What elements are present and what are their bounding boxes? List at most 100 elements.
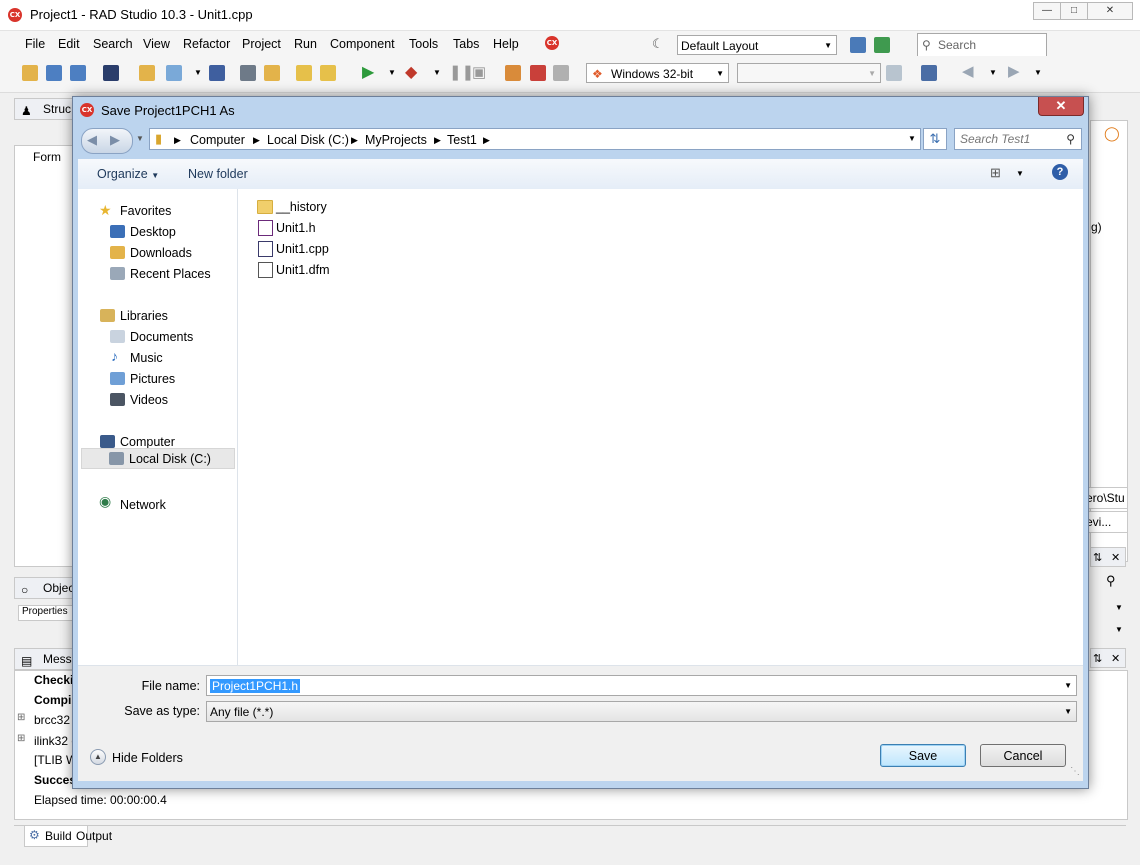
run-icon[interactable]: ▶	[362, 62, 374, 82]
properties-tab[interactable]: Properties	[18, 605, 79, 621]
save-as-type-select[interactable]: Any file (*.*) ▼	[206, 701, 1077, 722]
view-options-icon[interactable]: ⊞	[990, 165, 1001, 181]
menu-run[interactable]: Run	[294, 37, 317, 51]
help-icon[interactable]: ?	[1052, 164, 1068, 180]
nav-local-disk-selected[interactable]: Local Disk (C:)	[81, 448, 235, 469]
recent-locations-chevron-icon[interactable]: ▼	[136, 134, 144, 143]
layout-combo[interactable]: Default Layout ▼	[677, 35, 837, 55]
breadcrumb-separator-icon[interactable]: ▶	[434, 135, 441, 146]
save-button[interactable]: Save	[880, 744, 966, 767]
chevron-down-icon[interactable]: ▼	[1016, 169, 1024, 178]
maximize-button[interactable]: □	[1060, 2, 1088, 20]
chevron-down-icon[interactable]: ▼	[1115, 625, 1123, 634]
breadcrumb-local-disk[interactable]: Local Disk (C:)	[267, 133, 349, 147]
save-icon[interactable]	[209, 65, 225, 81]
configuration-combo[interactable]: ▼	[737, 63, 881, 83]
chevron-down-icon[interactable]: ▼	[1034, 68, 1042, 77]
expand-icon[interactable]: ⊞	[17, 733, 25, 744]
chevron-down-icon[interactable]: ▼	[194, 68, 202, 77]
nav-videos[interactable]: Videos	[130, 393, 168, 407]
menu-tabs[interactable]: Tabs	[453, 37, 479, 51]
menu-tools[interactable]: Tools	[409, 37, 438, 51]
expand-icon[interactable]: ⊞	[17, 712, 25, 723]
stop-icon[interactable]: ▣	[472, 63, 486, 81]
nav-documents[interactable]: Documents	[130, 330, 193, 344]
breadcrumb-separator-icon[interactable]: ▶	[351, 135, 358, 146]
menu-edit[interactable]: Edit	[58, 37, 80, 51]
refresh-icon[interactable]	[886, 65, 902, 81]
file-item[interactable]: Unit1.h	[276, 221, 316, 235]
file-item[interactable]: __history	[276, 200, 327, 214]
nav-favorites[interactable]: Favorites	[120, 204, 171, 218]
breadcrumb-myprojects[interactable]: MyProjects	[365, 133, 427, 147]
add-file-icon[interactable]	[296, 65, 312, 81]
forward-arrow-icon[interactable]: ▶	[110, 132, 120, 148]
hide-folders-icon[interactable]: ▲	[90, 749, 106, 765]
menu-project[interactable]: Project	[242, 37, 281, 51]
nav-pictures[interactable]: Pictures	[130, 372, 175, 386]
open-project-icon[interactable]	[46, 65, 62, 81]
run-until-return-icon[interactable]	[553, 65, 569, 81]
trace-into-icon[interactable]	[505, 65, 521, 81]
theme-moon-icon[interactable]: ☾	[652, 36, 664, 52]
pin-icon[interactable]: ⇅	[1093, 649, 1102, 669]
breadcrumb-computer[interactable]: Computer	[190, 133, 245, 147]
breadcrumb-test1[interactable]: Test1	[447, 133, 477, 147]
pin-icon[interactable]: ⇅	[1093, 548, 1102, 568]
file-name-input[interactable]: Project1PCH1.h ▼	[206, 675, 1077, 696]
search-icon[interactable]: ⚲	[1106, 573, 1116, 589]
structure-tree-item[interactable]: Form	[33, 150, 61, 164]
minimize-button[interactable]: —	[1033, 2, 1061, 20]
breadcrumb-separator-icon[interactable]: ▶	[174, 135, 181, 146]
pause-icon[interactable]: ❚❚	[449, 63, 474, 81]
remove-file-icon[interactable]	[320, 65, 336, 81]
file-item[interactable]: Unit1.cpp	[276, 242, 329, 256]
new-file-icon[interactable]	[139, 65, 155, 81]
menu-search[interactable]: Search	[93, 37, 133, 51]
output-tab[interactable]: Output	[76, 829, 112, 843]
cx-menu-icon[interactable]: CX	[545, 36, 559, 50]
chevron-down-icon[interactable]: ▼	[388, 68, 396, 77]
nav-desktop[interactable]: Desktop	[130, 225, 176, 239]
nav-computer[interactable]: Computer	[120, 435, 175, 449]
new-folder-button[interactable]: New folder	[188, 167, 248, 181]
chevron-down-icon[interactable]: ▼	[433, 68, 441, 77]
save-all-icon[interactable]	[240, 65, 256, 81]
resize-grip-icon[interactable]: ⋱	[1070, 766, 1080, 777]
menu-view[interactable]: View	[143, 37, 170, 51]
menu-component[interactable]: Component	[330, 37, 395, 51]
platform-combo[interactable]: ❖ Windows 32-bit ▼	[586, 63, 729, 83]
close-icon[interactable]: ✕	[1111, 649, 1120, 669]
organize-button[interactable]: Organize ▼	[97, 167, 159, 181]
refresh-icon[interactable]: ⇅	[923, 128, 947, 150]
nav-network[interactable]: Network	[120, 498, 166, 512]
messages-pane-tab[interactable]: ▤ Messa	[14, 648, 78, 670]
nav-music[interactable]: Music	[130, 351, 163, 365]
back-arrow-icon[interactable]: ◀	[87, 132, 97, 148]
save-layout-icon[interactable]	[850, 37, 866, 53]
dialog-close-button[interactable]: ✕	[1038, 97, 1084, 116]
close-icon[interactable]: ✕	[1111, 548, 1120, 568]
folder-search-input[interactable]: Search Test1 ⚲	[954, 128, 1082, 150]
palette-icon[interactable]: ◯	[1104, 125, 1120, 142]
hide-folders-button[interactable]: Hide Folders	[112, 751, 183, 765]
nav-downloads[interactable]: Downloads	[130, 246, 192, 260]
open-folder-icon[interactable]	[264, 65, 280, 81]
run-without-debug-icon[interactable]: ◆	[405, 62, 417, 82]
open-icon[interactable]	[70, 65, 86, 81]
new-form-icon[interactable]	[103, 65, 119, 81]
breadcrumb-separator-icon[interactable]: ▶	[253, 135, 260, 146]
menu-refactor[interactable]: Refactor	[183, 37, 230, 51]
file-item[interactable]: Unit1.dfm	[276, 263, 330, 277]
address-bar[interactable]: ▮ ▶ Computer ▶ Local Disk (C:) ▶ MyProje…	[149, 128, 921, 150]
menu-file[interactable]: File	[25, 37, 45, 51]
nav-recent-places[interactable]: Recent Places	[130, 267, 211, 281]
forward-arrow-icon[interactable]: ▶	[1008, 62, 1020, 80]
deploy-layout-icon[interactable]	[874, 37, 890, 53]
open-file-icon[interactable]	[166, 65, 182, 81]
close-window-button[interactable]: ✕	[1087, 2, 1133, 20]
chevron-down-icon[interactable]: ▼	[1115, 603, 1123, 612]
back-arrow-icon[interactable]: ◀	[962, 62, 974, 80]
new-items-icon[interactable]	[22, 65, 38, 81]
connection-icon[interactable]	[921, 65, 937, 81]
